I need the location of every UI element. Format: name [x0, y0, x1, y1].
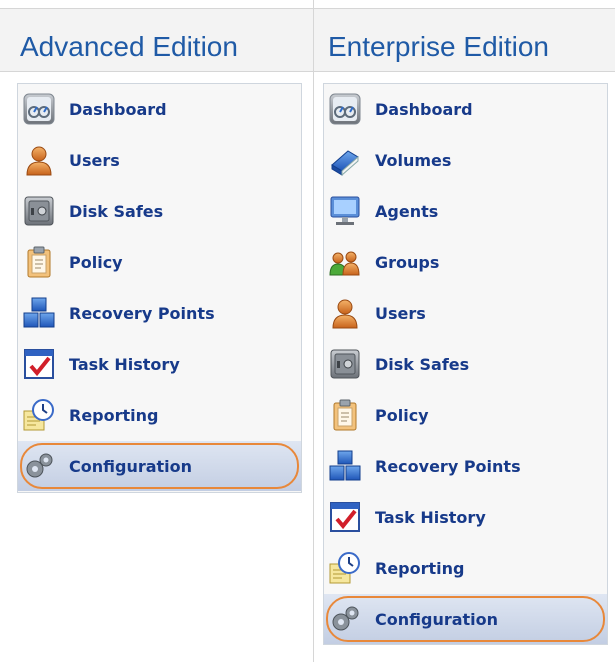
nav-item-task-history[interactable]: Task History [324, 492, 607, 542]
clock-report-icon [21, 397, 57, 433]
nav-item-label: Dashboard [375, 99, 473, 119]
header-advanced: Advanced Edition [0, 9, 313, 71]
nav-item-policy[interactable]: Policy [324, 390, 607, 440]
nav-item-label: Task History [375, 507, 486, 527]
nav-item-label: Reporting [375, 558, 465, 578]
header-bottom-border [0, 71, 615, 72]
nav-item-agents[interactable]: Agents [324, 186, 607, 236]
nav-item-disk-safes[interactable]: Disk Safes [18, 186, 301, 236]
cubes-icon [327, 448, 363, 484]
nav-item-label: Recovery Points [375, 456, 521, 476]
group-icon [327, 244, 363, 280]
nav-item-reporting[interactable]: Reporting [324, 543, 607, 593]
nav-item-groups[interactable]: Groups [324, 237, 607, 287]
clipboard-icon [21, 244, 57, 280]
clock-report-icon [327, 550, 363, 586]
nav-item-disk-safes[interactable]: Disk Safes [324, 339, 607, 389]
safe-icon [327, 346, 363, 382]
monitor-icon [327, 193, 363, 229]
selection-highlight [326, 596, 605, 642]
nav-item-label: Task History [69, 354, 180, 374]
nav-item-recovery-points[interactable]: Recovery Points [18, 288, 301, 338]
user-icon [327, 295, 363, 331]
nav-item-label: Reporting [69, 405, 159, 425]
column-divider [313, 0, 314, 662]
nav-item-label: Disk Safes [69, 201, 164, 221]
nav-item-label: Users [69, 150, 120, 170]
cubes-icon [21, 295, 57, 331]
nav-item-recovery-points[interactable]: Recovery Points [324, 441, 607, 491]
nav-item-users[interactable]: Users [324, 288, 607, 338]
dashboard-icon [327, 91, 363, 127]
nav-item-label: Agents [375, 201, 439, 221]
nav-item-label: Policy [69, 252, 123, 272]
nav-item-label: Dashboard [69, 99, 167, 119]
nav-item-users[interactable]: Users [18, 135, 301, 185]
checklist-icon [21, 346, 57, 382]
clipboard-icon [327, 397, 363, 433]
safe-icon [21, 193, 57, 229]
column-title-advanced: Advanced Edition [20, 31, 238, 62]
selection-highlight [20, 443, 299, 489]
user-icon [21, 142, 57, 178]
nav-item-volumes[interactable]: Volumes [324, 135, 607, 185]
header-enterprise: Enterprise Edition [314, 9, 615, 71]
nav-item-label: Recovery Points [69, 303, 215, 323]
checklist-icon [327, 499, 363, 535]
nav-item-task-history[interactable]: Task History [18, 339, 301, 389]
nav-item-label: Policy [375, 405, 429, 425]
nav-item-configuration[interactable]: Configuration [18, 441, 301, 491]
nav-item-dashboard[interactable]: Dashboard [324, 84, 607, 134]
nav-item-dashboard[interactable]: Dashboard [18, 84, 301, 134]
nav-item-configuration[interactable]: Configuration [324, 594, 607, 644]
dashboard-icon [21, 91, 57, 127]
nav-item-label: Users [375, 303, 426, 323]
nav-item-label: Disk Safes [375, 354, 470, 374]
nav-item-label: Groups [375, 252, 440, 272]
book-icon [327, 142, 363, 178]
nav-item-label: Volumes [375, 150, 452, 170]
nav-item-policy[interactable]: Policy [18, 237, 301, 287]
column-title-enterprise: Enterprise Edition [328, 31, 550, 62]
nav-item-reporting[interactable]: Reporting [18, 390, 301, 440]
